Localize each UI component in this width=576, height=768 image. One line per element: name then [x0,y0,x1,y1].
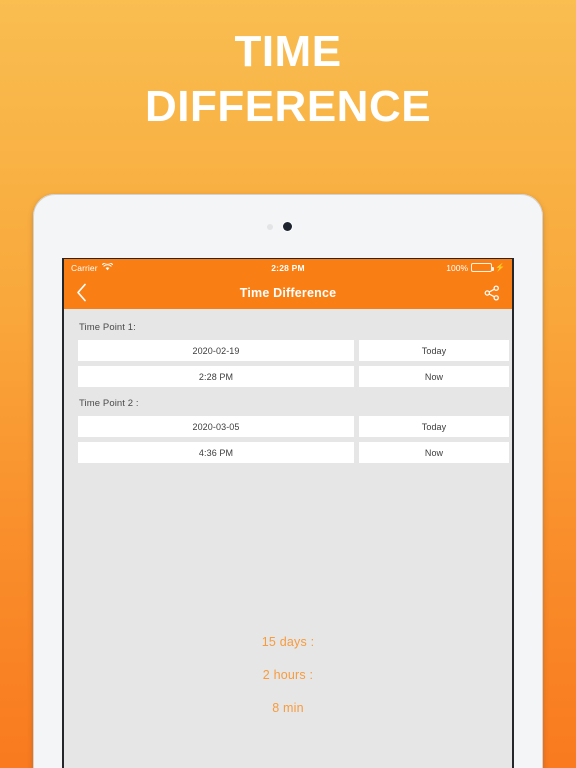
battery-icon [471,263,495,272]
result-hours: 2 hours : [262,668,314,682]
main-content: Time Point 1: 2020-02-19 Today 2:28 PM N… [64,309,512,768]
status-bar: Carrier 2:28 PM 100% ⚡ [64,259,512,276]
battery-percent-label: 100% [446,262,469,273]
time-point-1-now-button[interactable]: Now [359,366,509,387]
time-point-1-time-row: 2:28 PM Now [78,366,509,387]
device-screen: Carrier 2:28 PM 100% ⚡ Time Difference T… [62,258,514,768]
battery-cap [492,266,495,271]
promo-headline: TIME DIFFERENCE [0,24,576,134]
tablet-device-frame: Carrier 2:28 PM 100% ⚡ Time Difference T… [33,194,543,768]
time-point-1-date-field[interactable]: 2020-02-19 [78,340,354,361]
proximity-sensor-icon [267,224,273,230]
status-bar-clock: 2:28 PM [271,262,305,273]
time-point-2-now-button[interactable]: Now [359,442,509,463]
time-point-2-label: Time Point 2 : [79,398,139,409]
result-minutes: 8 min [272,701,304,715]
camera-icon [283,222,292,231]
time-point-2-today-button[interactable]: Today [359,416,509,437]
promo-line-1: TIME [234,27,342,76]
promo-line-2: DIFFERENCE [144,82,432,131]
time-point-1-label: Time Point 1: [79,322,136,333]
navigation-bar: Time Difference [64,276,512,309]
time-point-2-time-row: 4:36 PM Now [78,442,509,463]
time-point-1-today-button[interactable]: Today [359,340,509,361]
share-button[interactable] [484,284,500,301]
time-point-1-date-row: 2020-02-19 Today [78,340,509,361]
status-bar-right: 100% ⚡ [446,263,505,273]
page-title: Time Difference [239,285,337,300]
time-point-2-date-field[interactable]: 2020-03-05 [78,416,354,437]
time-point-2-date-row: 2020-03-05 Today [78,416,509,437]
share-icon [484,284,499,301]
result-panel: 15 days : 2 hours : 8 min [64,626,512,725]
time-point-1-time-field[interactable]: 2:28 PM [78,366,354,387]
result-days: 15 days : [261,635,315,649]
time-point-2-time-field[interactable]: 4:36 PM [78,442,354,463]
charging-bolt-icon: ⚡ [495,263,505,272]
